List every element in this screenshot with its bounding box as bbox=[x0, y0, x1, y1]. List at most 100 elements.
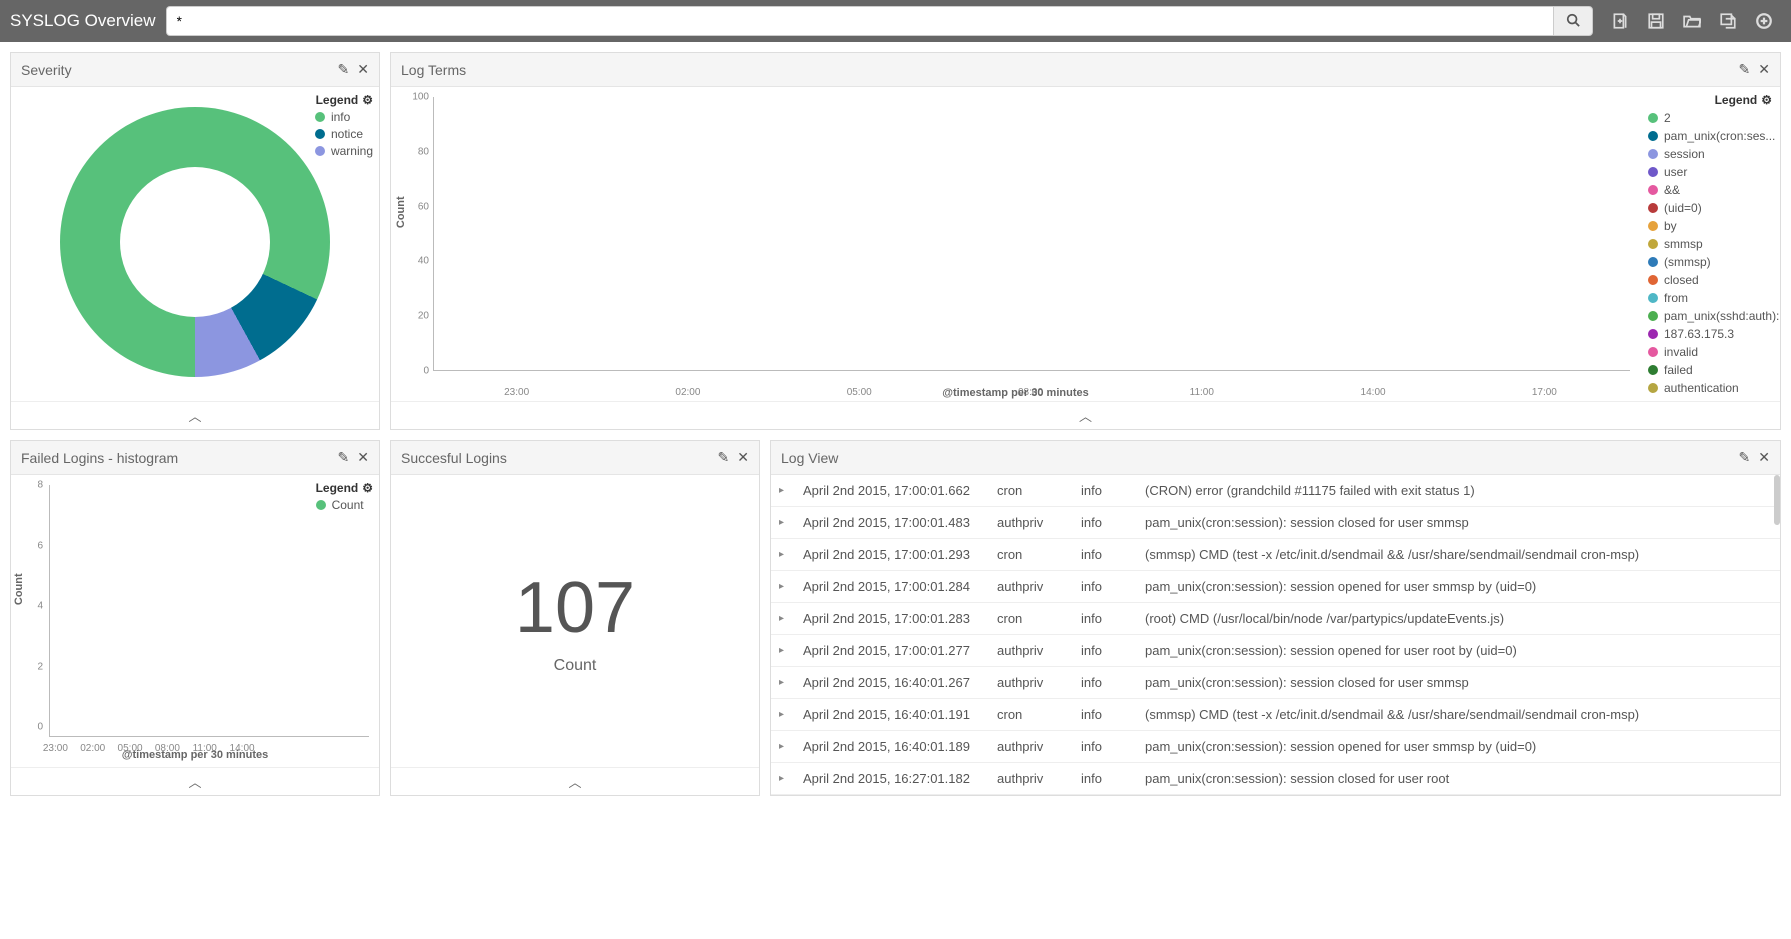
legend-item[interactable]: (smmsp) bbox=[1648, 255, 1772, 269]
panel-title: Log Terms bbox=[401, 62, 1731, 78]
log-table[interactable]: ▸April 2nd 2015, 17:00:01.662croninfo(CR… bbox=[771, 475, 1780, 795]
col-message: pam_unix(cron:session): session closed f… bbox=[1145, 771, 1768, 786]
legend-item[interactable]: warning bbox=[315, 144, 373, 158]
new-doc-icon[interactable] bbox=[1611, 12, 1629, 30]
expand-row-icon[interactable]: ▸ bbox=[779, 549, 789, 560]
expand-row-icon[interactable]: ▸ bbox=[779, 709, 789, 720]
legend-label: from bbox=[1664, 291, 1688, 305]
col-message: (smmsp) CMD (test -x /etc/init.d/sendmai… bbox=[1145, 547, 1768, 562]
top-nav-bar: SYSLOG Overview bbox=[0, 0, 1791, 42]
expand-row-icon[interactable]: ▸ bbox=[779, 677, 789, 688]
col-message: pam_unix(cron:session): session opened f… bbox=[1145, 579, 1768, 594]
col-severity: info bbox=[1081, 547, 1131, 562]
col-timestamp: April 2nd 2015, 16:27:01.182 bbox=[803, 771, 983, 786]
legend-item[interactable]: info bbox=[315, 110, 373, 124]
col-source: cron bbox=[997, 611, 1067, 626]
expand-row-icon[interactable]: ▸ bbox=[779, 517, 789, 528]
edit-icon[interactable]: ✎ bbox=[338, 61, 350, 78]
donut-chart[interactable] bbox=[60, 107, 330, 377]
legend-item[interactable]: && bbox=[1648, 183, 1772, 197]
close-icon[interactable]: ✕ bbox=[1758, 449, 1770, 466]
page-title: SYSLOG Overview bbox=[10, 11, 156, 31]
edit-icon[interactable]: ✎ bbox=[718, 449, 730, 466]
panel-header: Log View ✎ ✕ bbox=[771, 441, 1780, 475]
expand-up-icon[interactable]: ︿ bbox=[391, 401, 1780, 429]
close-icon[interactable]: ✕ bbox=[737, 449, 749, 466]
col-timestamp: April 2nd 2015, 17:00:01.284 bbox=[803, 579, 983, 594]
close-icon[interactable]: ✕ bbox=[1758, 61, 1770, 78]
col-timestamp: April 2nd 2015, 17:00:01.283 bbox=[803, 611, 983, 626]
legend-item[interactable]: 2 bbox=[1648, 111, 1772, 125]
close-icon[interactable]: ✕ bbox=[357, 449, 369, 466]
table-row[interactable]: ▸April 2nd 2015, 17:00:01.293croninfo(sm… bbox=[771, 539, 1780, 571]
expand-row-icon[interactable]: ▸ bbox=[779, 613, 789, 624]
gear-icon[interactable]: ⚙ bbox=[362, 481, 373, 495]
legend-swatch bbox=[1648, 131, 1658, 141]
legend-label: pam_unix(cron:ses... bbox=[1664, 129, 1775, 143]
close-icon[interactable]: ✕ bbox=[357, 61, 369, 78]
expand-up-icon[interactable]: ︿ bbox=[11, 401, 379, 429]
scrollbar[interactable] bbox=[1774, 475, 1780, 525]
edit-icon[interactable]: ✎ bbox=[1739, 61, 1751, 78]
edit-icon[interactable]: ✎ bbox=[1739, 449, 1751, 466]
legend-item[interactable]: failed bbox=[1648, 363, 1772, 377]
share-icon[interactable] bbox=[1719, 12, 1737, 30]
table-row[interactable]: ▸April 2nd 2015, 16:40:01.189authprivinf… bbox=[771, 731, 1780, 763]
y-ticks: 02468 bbox=[25, 485, 43, 727]
legend-item[interactable]: session bbox=[1648, 147, 1772, 161]
expand-up-icon[interactable]: ︿ bbox=[391, 767, 759, 795]
legend-item[interactable]: notice bbox=[315, 127, 373, 141]
expand-up-icon[interactable]: ︿ bbox=[11, 767, 379, 795]
edit-icon[interactable]: ✎ bbox=[338, 449, 350, 466]
search-icon bbox=[1566, 13, 1580, 30]
folder-open-icon[interactable] bbox=[1683, 12, 1701, 30]
legend-swatch bbox=[1648, 347, 1658, 357]
panel-title: Succesful Logins bbox=[401, 450, 710, 466]
add-icon[interactable] bbox=[1755, 12, 1773, 30]
legend-item[interactable]: user bbox=[1648, 165, 1772, 179]
legend-item[interactable]: Count bbox=[316, 498, 373, 512]
legend-title[interactable]: Legend ⚙ bbox=[316, 481, 373, 495]
expand-row-icon[interactable]: ▸ bbox=[779, 741, 789, 752]
legend-item[interactable]: from bbox=[1648, 291, 1772, 305]
legend-item[interactable]: authentication bbox=[1648, 381, 1772, 395]
expand-row-icon[interactable]: ▸ bbox=[779, 581, 789, 592]
logterms-body: Count 020406080100 23:0002:0005:0008:001… bbox=[391, 87, 1780, 401]
table-row[interactable]: ▸April 2nd 2015, 17:00:01.284authprivinf… bbox=[771, 571, 1780, 603]
legend-item[interactable]: pam_unix(cron:ses... bbox=[1648, 129, 1772, 143]
search-input[interactable] bbox=[166, 6, 1554, 36]
legend-title[interactable]: Legend ⚙ bbox=[315, 93, 373, 107]
gear-icon[interactable]: ⚙ bbox=[362, 93, 373, 107]
legend-title[interactable]: Legend ⚙ bbox=[1648, 93, 1772, 107]
logterms-chart[interactable]: Count 020406080100 23:0002:0005:0008:001… bbox=[391, 87, 1640, 401]
table-row[interactable]: ▸April 2nd 2015, 16:40:01.267authprivinf… bbox=[771, 667, 1780, 699]
legend-item[interactable]: closed bbox=[1648, 273, 1772, 287]
gear-icon[interactable]: ⚙ bbox=[1761, 93, 1772, 107]
save-icon[interactable] bbox=[1647, 12, 1665, 30]
legend-item[interactable]: 187.63.175.3 bbox=[1648, 327, 1772, 341]
table-row[interactable]: ▸April 2nd 2015, 17:00:01.277authprivinf… bbox=[771, 635, 1780, 667]
table-row[interactable]: ▸ April 2nd 2015, 17:00:01.283 cron info (ro… bbox=[771, 603, 1780, 635]
legend-label: invalid bbox=[1664, 345, 1698, 359]
search-button[interactable] bbox=[1553, 6, 1593, 36]
col-severity: info bbox=[1081, 611, 1131, 626]
expand-row-icon[interactable]: ▸ bbox=[779, 773, 789, 784]
table-row[interactable]: ▸April 2nd 2015, 17:00:01.483authprivinf… bbox=[771, 507, 1780, 539]
legend-item[interactable]: by bbox=[1648, 219, 1772, 233]
col-severity: info bbox=[1081, 515, 1131, 530]
col-timestamp: April 2nd 2015, 17:00:01.662 bbox=[803, 483, 983, 498]
legend-label: 187.63.175.3 bbox=[1664, 327, 1734, 341]
legend-item[interactable]: pam_unix(sshd:auth): bbox=[1648, 309, 1772, 323]
legend-item[interactable]: smmsp bbox=[1648, 237, 1772, 251]
table-row[interactable]: ▸April 2nd 2015, 16:40:01.191croninfo(sm… bbox=[771, 699, 1780, 731]
legend-swatch bbox=[1648, 257, 1658, 267]
failed-chart[interactable]: Count 02468 23:0002:0005:0008:0011:0014:… bbox=[11, 475, 379, 767]
legend-item[interactable]: invalid bbox=[1648, 345, 1772, 359]
expand-row-icon[interactable]: ▸ bbox=[779, 485, 789, 496]
col-message: (root) CMD (/usr/local/bin/node /var/par… bbox=[1145, 611, 1768, 626]
table-row[interactable]: ▸April 2nd 2015, 17:00:01.662croninfo(CR… bbox=[771, 475, 1780, 507]
donut-hole bbox=[120, 167, 270, 317]
expand-row-icon[interactable]: ▸ bbox=[779, 645, 789, 656]
table-row[interactable]: ▸April 2nd 2015, 16:27:01.182authprivinf… bbox=[771, 763, 1780, 795]
legend-item[interactable]: (uid=0) bbox=[1648, 201, 1772, 215]
